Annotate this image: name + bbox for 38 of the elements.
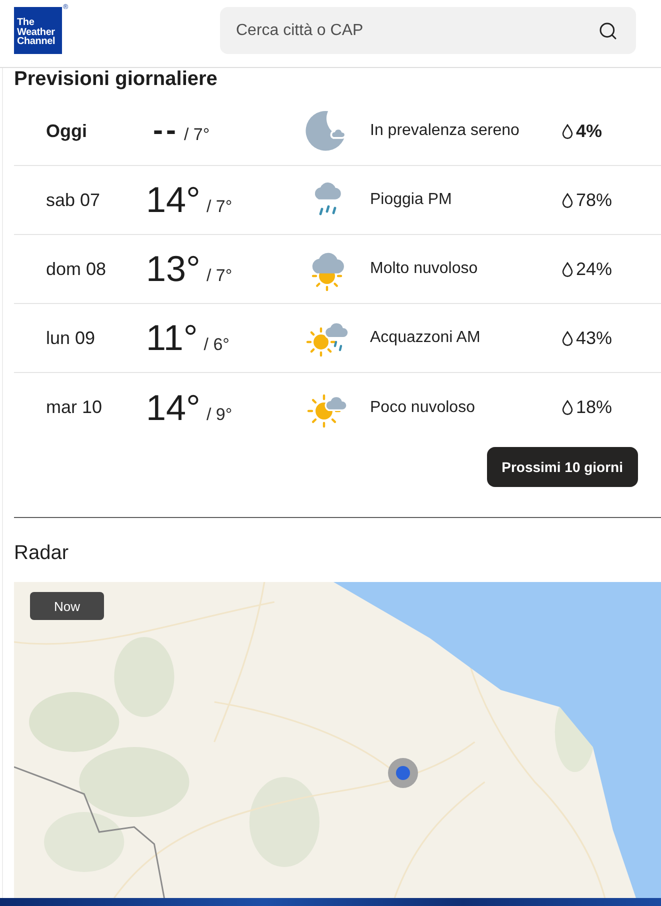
condition-text: Acquazzoni AM [369, 329, 480, 347]
day-label: lun 09 [46, 328, 96, 348]
precipitation-chance: 43% [576, 328, 612, 348]
precipitation-chance: 24% [576, 258, 612, 280]
raindrop-icon [562, 330, 573, 346]
raindrop-icon [562, 262, 573, 276]
day-label: sab 07 [46, 190, 100, 210]
low-temperature: / 7° [206, 266, 232, 286]
section-title: Radar [14, 542, 68, 564]
search-icon[interactable] [598, 21, 618, 41]
condition-text: Pioggia PM [369, 191, 452, 209]
precipitation-chance: 4% [576, 120, 602, 142]
high-temperature: 14° [146, 388, 200, 428]
raindrop-icon [562, 400, 573, 415]
search-field[interactable]: Cerca città o CAP [220, 7, 636, 54]
high-temperature: -- [153, 113, 179, 149]
low-temperature: / 7° [184, 125, 210, 145]
condition-text: Molto nuvoloso [369, 260, 478, 278]
high-temperature: 13° [146, 249, 200, 289]
day-label: dom 08 [46, 258, 106, 280]
day-label: mar 10 [46, 397, 102, 418]
location-marker-icon [388, 758, 418, 788]
low-temperature: / 9° [206, 404, 232, 424]
low-temperature: / 6° [204, 335, 230, 355]
low-temperature: / 7° [206, 197, 232, 217]
condition-text: Poco nuvoloso [369, 398, 475, 416]
time-badge: Now [30, 592, 104, 620]
next-days-button[interactable]: Prossimi 10 giorni [486, 447, 638, 487]
high-temperature: 11° [146, 318, 198, 358]
day-label: Oggi [46, 120, 87, 142]
precipitation-chance: 18% [576, 397, 612, 418]
condition-text: In prevalenza sereno [369, 122, 520, 140]
logo[interactable]: The Weather Channel [14, 7, 62, 54]
high-temperature: 14° [146, 180, 200, 220]
raindrop-icon [562, 124, 573, 138]
section-title: Previsioni giornaliere [14, 68, 218, 90]
raindrop-icon [562, 192, 573, 208]
precipitation-chance: 78% [576, 190, 612, 210]
